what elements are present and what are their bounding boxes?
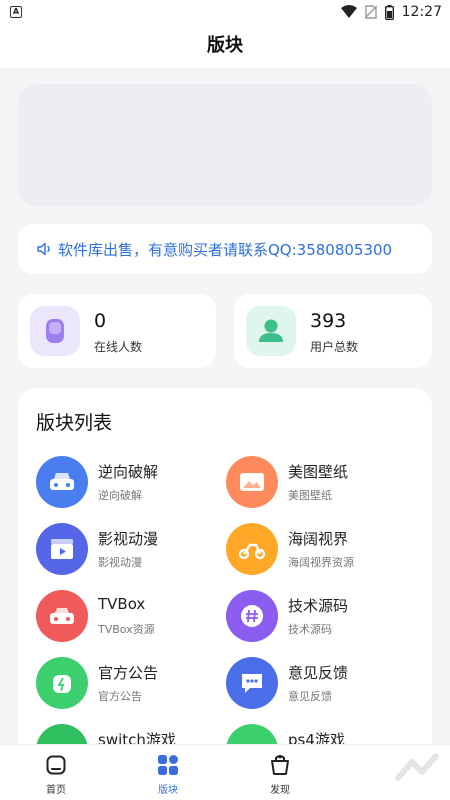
wifi-icon <box>340 5 357 18</box>
forum-item-subtitle: 美图壁纸 <box>288 489 332 502</box>
tab-home[interactable]: 首页 <box>16 745 96 800</box>
tab-label: 发现 <box>270 785 290 796</box>
forum-item-subtitle: 影视动漫 <box>98 556 142 569</box>
forum-item-title: 意见反馈 <box>288 664 349 682</box>
forum-item-subtitle: TVBox资源 <box>98 623 155 636</box>
app-icon: A <box>10 6 22 18</box>
stat-total-users[interactable]: 393 用户总数 <box>234 294 432 368</box>
forum-item-movies-anime[interactable]: 影视动漫 影视动漫 <box>36 523 226 579</box>
forum-item-tvbox[interactable]: TVBox TVBox资源 <box>36 590 226 646</box>
scooter-icon <box>226 523 278 575</box>
banner-carousel[interactable] <box>18 84 432 206</box>
status-icons: 12:27 <box>340 3 442 21</box>
speaker-icon <box>37 242 50 256</box>
tab-sections[interactable]: 版块 <box>128 745 208 800</box>
forum-item-subtitle: 意见反馈 <box>288 690 332 703</box>
bottom-tab-bar: 首页 版块 发现 <box>0 744 450 800</box>
user-count: 393 <box>310 310 347 332</box>
forum-item-title: 逆向破解 <box>98 463 159 481</box>
forum-item-wallpapers[interactable]: 美图壁纸 美图壁纸 <box>226 456 416 512</box>
tab-discover[interactable]: 发现 <box>240 745 320 800</box>
chat-bubble-icon <box>30 306 80 356</box>
taxi-icon <box>36 590 88 642</box>
forum-item-source-code[interactable]: 技术源码 技术源码 <box>226 590 416 646</box>
status-time: 12:27 <box>401 4 442 20</box>
grid-icon <box>158 755 178 775</box>
forum-item-subtitle: 逆向破解 <box>98 489 142 502</box>
bag-icon <box>271 755 289 775</box>
tab-label: 版块 <box>158 785 178 796</box>
home-icon <box>46 755 66 775</box>
section-list-card: 版块列表 逆向破解 逆向破解 美图壁纸 美图壁纸 影视动漫 影视动漫 海阔视界 … <box>18 388 432 768</box>
online-label: 在线人数 <box>94 340 143 354</box>
picture-icon <box>226 456 278 508</box>
notice-text: 软件库出售，有意购买者请联系QQ:3580805300 <box>58 240 393 259</box>
user-count-label: 用户总数 <box>310 340 359 354</box>
forum-item-feedback[interactable]: 意见反馈 意见反馈 <box>226 657 416 713</box>
forum-item-title: 美图壁纸 <box>288 463 349 481</box>
online-count: 0 <box>94 310 107 332</box>
user-icon <box>246 306 296 356</box>
clapperboard-icon <box>36 523 88 575</box>
stat-online-users[interactable]: 0 在线人数 <box>18 294 216 368</box>
forum-item-subtitle: 技术源码 <box>288 623 332 636</box>
tab-label: 首页 <box>46 785 66 796</box>
forum-item-reverse-cracking[interactable]: 逆向破解 逆向破解 <box>36 456 226 512</box>
section-title: 版块列表 <box>36 412 113 434</box>
battery-icon <box>384 4 394 20</box>
alarm-clock-icon <box>36 657 88 709</box>
notice-bar[interactable]: 软件库出售，有意购买者请联系QQ:3580805300 <box>18 224 432 274</box>
forum-item-announcements[interactable]: 官方公告 官方公告 <box>36 657 226 713</box>
forum-item-subtitle: 官方公告 <box>98 690 142 703</box>
status-bar: A 12:27 <box>0 0 450 24</box>
hashtag-icon <box>226 590 278 642</box>
message-icon <box>226 657 278 709</box>
forum-item-title: 官方公告 <box>98 664 159 682</box>
page-title: 版块 <box>0 24 450 68</box>
watermark-logo <box>395 753 439 781</box>
no-sim-icon <box>364 5 377 19</box>
forum-item-title: TVBox <box>98 595 146 613</box>
car-icon <box>36 456 88 508</box>
forum-item-title: 技术源码 <box>288 597 349 615</box>
forum-item-subtitle: 海阔视界资源 <box>288 556 354 569</box>
forum-item-haikuo-view[interactable]: 海阔视界 海阔视界资源 <box>226 523 416 579</box>
forum-item-title: 影视动漫 <box>98 530 159 548</box>
forum-item-title: 海阔视界 <box>288 530 349 548</box>
